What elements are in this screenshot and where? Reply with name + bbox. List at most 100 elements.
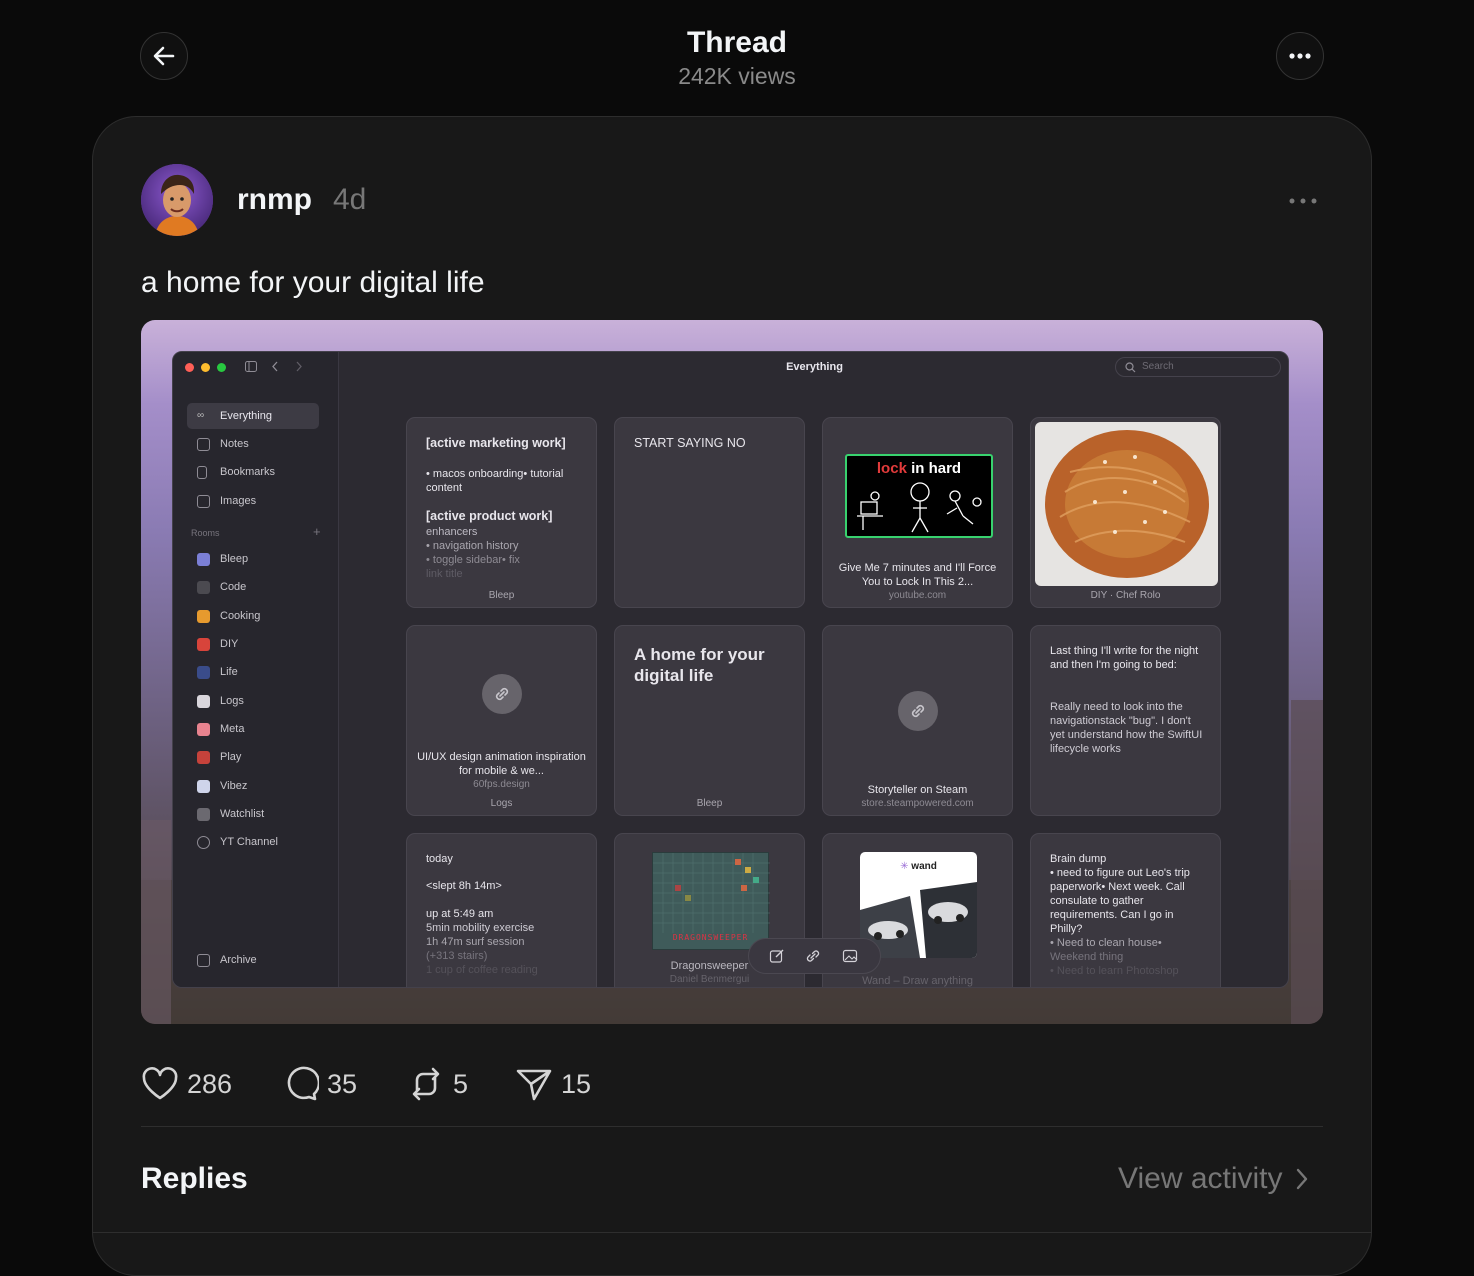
thumbnail-text: lock [876, 460, 907, 477]
card-heading: A home for your digital life [634, 645, 765, 685]
app-sidebar: ∞ Everything Notes Bookmarks Images Rooms… [173, 352, 339, 987]
link-icon [898, 691, 938, 731]
sidebar-item-cooking[interactable]: Cooking [187, 603, 319, 629]
minimize-window-button[interactable] [201, 363, 210, 372]
sidebar-item-logs[interactable]: Logs [187, 688, 319, 714]
comment-icon [287, 1066, 319, 1101]
add-room-icon[interactable]: + [313, 524, 321, 539]
card-text: (+313 stairs) [426, 950, 488, 962]
like-button[interactable]: 286 [141, 1062, 232, 1106]
sidebar-item-everything[interactable]: ∞ Everything [187, 403, 319, 429]
room-meta-icon [197, 722, 210, 736]
add-link-icon[interactable] [805, 948, 821, 964]
compose-icon[interactable] [769, 948, 785, 964]
sidebar-item-code[interactable]: Code [187, 574, 319, 600]
post-text: a home for your digital life [141, 266, 485, 299]
repost-button[interactable]: 5 [407, 1062, 468, 1106]
video-thumbnail: lock in hard [845, 454, 993, 538]
item-card[interactable]: [active marketing work] • macos onboardi… [406, 417, 597, 608]
spaghetti-photo [1035, 422, 1218, 586]
sidebar-item-label: Watchlist [220, 808, 265, 820]
sidebar-item-notes[interactable]: Notes [187, 431, 319, 457]
note-icon [197, 437, 210, 451]
share-button[interactable]: 15 [515, 1062, 591, 1106]
rooms-label: Rooms [191, 528, 220, 538]
sidebar-item-label: Meta [220, 723, 245, 735]
bookmark-card[interactable]: Storyteller on Steam store.steampowered.… [822, 625, 1013, 816]
sidebar-item-bookmarks[interactable]: Bookmarks [187, 459, 319, 485]
item-card[interactable]: Brain dump • need to figure out Leo's tr… [1030, 833, 1221, 987]
sidebar-item-watchlist[interactable]: Watchlist [187, 801, 319, 827]
card-text: • Need to clean house• [1050, 937, 1162, 949]
card-room: Bleep [488, 590, 515, 601]
room-logs-icon [197, 694, 210, 708]
link-icon [482, 674, 522, 714]
card-title: Storyteller on Steam [867, 784, 968, 796]
item-card[interactable]: today <slept 8h 14m> up at 5:49 am 5min … [406, 833, 597, 987]
share-count: 15 [561, 1068, 592, 1099]
sidebar-item-images[interactable]: Images [187, 488, 319, 514]
sidebar-item-label: Archive [220, 954, 257, 966]
sidebar-item-label: Bookmarks [220, 466, 276, 478]
divider [141, 1126, 1323, 1127]
sidebar-item-life[interactable]: Life [187, 659, 319, 685]
add-image-icon[interactable] [842, 948, 860, 964]
view-activity-link[interactable]: View activity [1118, 1162, 1309, 1196]
sidebar-item-diy[interactable]: DIY [187, 631, 319, 657]
top-bar: Thread 242K views [0, 0, 1474, 110]
card-source: store.steampowered.com [861, 798, 974, 809]
card-text: • navigation history [426, 540, 519, 552]
sidebar-item-label: Vibez [220, 780, 248, 792]
sidebar-item-archive[interactable]: Archive [187, 947, 319, 973]
view-activity-label: View activity [1118, 1162, 1283, 1195]
card-title: Wand – Draw anything [862, 975, 973, 987]
comment-count: 35 [327, 1068, 358, 1099]
comment-button[interactable]: 35 [283, 1062, 357, 1106]
sidebar-item-play[interactable]: Play [187, 744, 319, 770]
card-text: • Need to learn Photoshop [1050, 965, 1179, 977]
chevron-right-icon[interactable] [295, 361, 303, 372]
room-cooking-icon [197, 609, 210, 623]
more-options-button[interactable] [1276, 32, 1324, 80]
bookmark-icon [197, 465, 207, 479]
item-card[interactable]: Last thing I'll write for the night and … [1030, 625, 1221, 816]
close-window-button[interactable] [185, 363, 194, 372]
app-search-field[interactable]: Search [1115, 357, 1281, 377]
post-more-button[interactable] [1284, 188, 1322, 214]
search-placeholder: Search [1142, 361, 1174, 372]
room-bleep-icon [197, 552, 210, 566]
repost-icon [412, 1067, 440, 1101]
sidebar-toggle-icon[interactable] [245, 361, 257, 372]
sidebar-item-yt-channel[interactable]: YT Channel [187, 829, 319, 855]
image-card[interactable]: DIY · Chef Rolo [1030, 417, 1221, 608]
item-card[interactable]: START SAYING NO [614, 417, 805, 608]
image-icon [197, 494, 210, 508]
avatar[interactable] [141, 164, 213, 236]
sidebar-item-label: Everything [220, 410, 272, 422]
room-watchlist-icon [197, 807, 210, 821]
bookmark-card[interactable]: UI/UX design animation inspiration for m… [406, 625, 597, 816]
app-thumbnail: ✳ wand [860, 852, 977, 958]
item-card[interactable]: A home for your digital life Bleep [614, 625, 805, 816]
post-media-screenshot[interactable]: ∞ Everything Notes Bookmarks Images Rooms… [141, 320, 1323, 1024]
search-icon [1125, 362, 1136, 373]
chevron-left-icon[interactable] [271, 361, 279, 372]
zoom-window-button[interactable] [217, 363, 226, 372]
card-room: Bleep [696, 798, 723, 809]
page-title: Thread [686, 26, 788, 59]
sidebar-item-bleep[interactable]: Bleep [187, 546, 319, 572]
divider [92, 1232, 1372, 1233]
bookmark-card[interactable]: lock in hard Give Me 7 minutes and I'll … [822, 417, 1013, 608]
chevron-right-icon [1296, 1168, 1307, 1190]
card-text: enhancers [426, 526, 478, 538]
sidebar-item-meta[interactable]: Meta [187, 716, 319, 742]
thumbnail-text: DRAGONSWEEPER [672, 933, 749, 942]
sidebar-item-label: Bleep [220, 553, 249, 565]
room-yt-channel-icon [197, 835, 210, 849]
card-text: Weekend thing [1050, 951, 1124, 963]
card-text: today [426, 853, 453, 865]
sidebar-item-vibez[interactable]: Vibez [187, 773, 319, 799]
post-time: 4d [333, 183, 367, 216]
username[interactable]: rnmp [237, 183, 312, 217]
room-play-icon [197, 750, 210, 764]
